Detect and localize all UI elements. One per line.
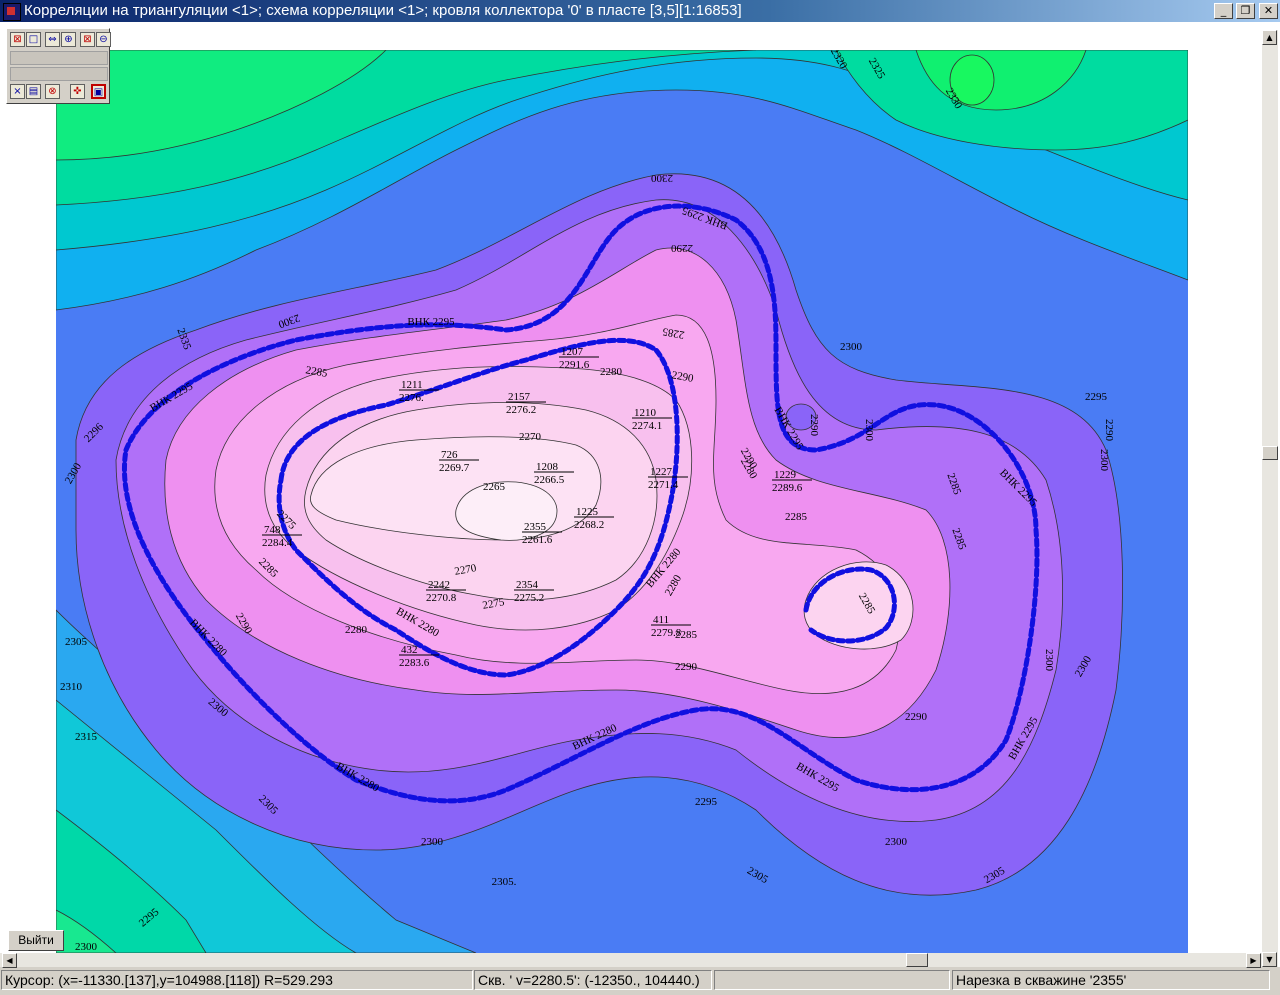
- tool-zoom-in-button[interactable]: ⊕: [61, 32, 76, 47]
- well-depth-value: 2269.7: [439, 462, 470, 474]
- tool-zoom-fit-button[interactable]: ⊠: [10, 32, 25, 47]
- contour-label: 2290: [671, 242, 694, 254]
- tool-pan-button[interactable]: ⇔: [45, 32, 60, 47]
- well-name: 411: [653, 614, 669, 626]
- contour-map[interactable]: 12072291.6 12112276. 21572276.2 12102274.1 7…: [56, 50, 1188, 953]
- well-name: 1211: [401, 379, 423, 391]
- contour-label: 2300: [1043, 649, 1055, 672]
- tool-map-button[interactable]: ▣: [91, 84, 106, 99]
- well-name: 748: [264, 524, 281, 536]
- tool-zoom-box-button[interactable]: ⊠: [80, 32, 95, 47]
- well-depth-value: 2283.6: [399, 657, 430, 669]
- contour-label: 2295: [1085, 391, 1108, 403]
- well-name: 1207: [561, 346, 584, 358]
- status-empty: [714, 970, 950, 990]
- contour-label: 2300: [863, 419, 875, 442]
- well-depth-value: 2276.2: [506, 404, 536, 416]
- well-depth-value: 2270.8: [426, 592, 457, 604]
- contour-label: 2295: [695, 796, 718, 808]
- scroll-right-button[interactable]: ▶: [1246, 953, 1261, 968]
- contour-label: 2305: [65, 636, 88, 648]
- well-name: 1210: [634, 407, 657, 419]
- scroll-up-button[interactable]: ▲: [1262, 30, 1277, 45]
- minimize-button[interactable]: _: [1214, 3, 1233, 19]
- window-title: Корреляции на триангуляции <1>; схема ко…: [24, 2, 742, 19]
- well-depth-value: 2289.6: [772, 482, 803, 494]
- well-name: 726: [441, 449, 458, 461]
- tool-stop-button[interactable]: ⊗: [45, 84, 60, 99]
- well-depth-value: 2276.: [399, 392, 424, 404]
- well-name: 1227: [650, 466, 673, 478]
- well-name: 2354: [516, 579, 539, 591]
- vertical-scrollbar[interactable]: ▲ ▼: [1262, 30, 1278, 967]
- vertical-scroll-thumb[interactable]: [1262, 446, 1278, 460]
- horizontal-scrollbar[interactable]: ◀ ▶: [0, 953, 1262, 968]
- well-name: 432: [401, 644, 418, 656]
- tool-move-button[interactable]: ✜: [70, 84, 85, 99]
- scroll-down-button[interactable]: ▼: [1262, 952, 1277, 967]
- contour-label: 2285: [675, 629, 698, 641]
- contour-label: 2280: [600, 366, 623, 378]
- contour-label: 2285: [785, 511, 808, 523]
- contour-label: 2300: [421, 836, 444, 848]
- status-cut: Нарезка в скважине '2355': [952, 970, 1270, 990]
- well-depth-value: 2271.4: [648, 479, 679, 491]
- well-name: 2242: [428, 579, 450, 591]
- owc-label: ВНК 2295: [407, 316, 455, 328]
- contour-label: 2305.: [492, 876, 517, 888]
- exit-button[interactable]: Выйти: [8, 930, 64, 951]
- tool-cancel-button[interactable]: ×: [10, 84, 25, 99]
- contour-label: 2290: [808, 414, 820, 437]
- well-name: 2355: [524, 521, 547, 533]
- contour-label: 2300: [1098, 449, 1110, 472]
- well-name: 1225: [576, 506, 599, 518]
- contour-label: 2300: [885, 836, 908, 848]
- scroll-left-button[interactable]: ◀: [2, 953, 17, 968]
- close-button[interactable]: ✕: [1259, 3, 1278, 19]
- well-depth-value: 2291.6: [559, 359, 590, 371]
- status-well: Скв. ' v=2280.5': (-12350., 104440.): [474, 970, 712, 990]
- contour-label: 2300: [75, 941, 98, 953]
- well-depth-value: 2284.4: [262, 537, 293, 549]
- contour-label: 2290: [905, 711, 928, 723]
- well-name: 1208: [536, 461, 559, 473]
- contour-label: 2300: [840, 341, 863, 353]
- tool-zoom-out-button[interactable]: ⊖: [96, 32, 111, 47]
- contour-label: 2315: [75, 731, 98, 743]
- restore-button[interactable]: ❐: [1236, 3, 1255, 19]
- contour-label: 2290: [1103, 419, 1115, 442]
- tool-frame-button[interactable]: □: [26, 32, 41, 47]
- tool-list-button[interactable]: ▤: [26, 84, 41, 99]
- well-name: 2157: [508, 391, 531, 403]
- well-name: 1229: [774, 469, 797, 481]
- contour-label: 2280: [345, 624, 368, 636]
- app-icon: [3, 3, 21, 21]
- well-depth-value: 2261.6: [522, 534, 553, 546]
- well-depth-value: 2266.5: [534, 474, 565, 486]
- tool-strip-2: [10, 67, 108, 81]
- contour-label: 2300: [651, 172, 674, 184]
- map-toolbox: ⊠ □ ⇔ ⊕ ⊠ ⊖ × ▤ ⊗ ✜ ▣: [6, 28, 111, 104]
- status-cursor: Курсор: (x=-11330.[137],y=104988.[118]) …: [1, 970, 473, 990]
- well-depth-value: 2268.2: [574, 519, 604, 531]
- title-bar: Корреляции на триангуляции <1>; схема ко…: [0, 0, 1280, 22]
- well-depth-value: 2274.1: [632, 420, 662, 432]
- contour-label: 2310: [60, 681, 83, 693]
- contour-label: 2270: [519, 431, 542, 443]
- well-depth-value: 2275.2: [514, 592, 544, 604]
- tool-strip-1: [10, 51, 108, 65]
- contour-label: 2290: [675, 661, 698, 673]
- contour-label: 2265: [483, 481, 506, 493]
- status-bar: Курсор: (x=-11330.[137],y=104988.[118]) …: [0, 968, 1280, 995]
- horizontal-scroll-thumb[interactable]: [906, 953, 928, 967]
